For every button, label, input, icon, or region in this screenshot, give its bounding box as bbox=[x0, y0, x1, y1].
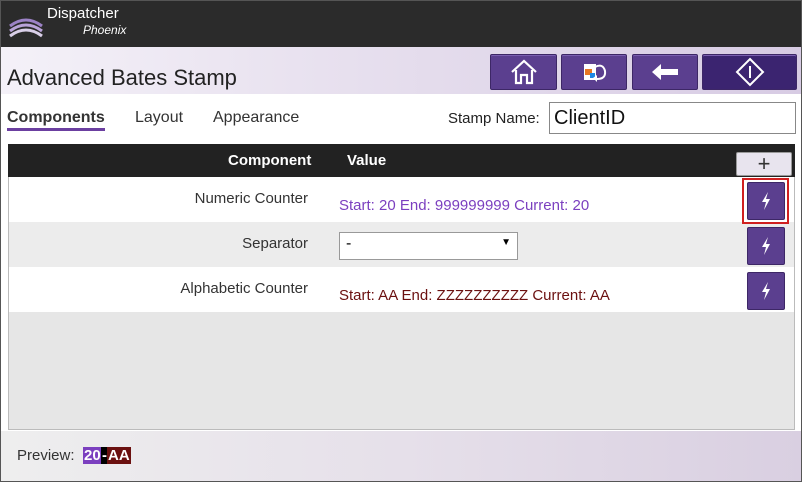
stamp-name-input[interactable] bbox=[549, 102, 796, 134]
tab-layout[interactable]: Layout bbox=[135, 109, 183, 127]
table-header bbox=[8, 144, 795, 177]
lightning-icon bbox=[762, 237, 770, 255]
component-value: Start: AA End: ZZZZZZZZZZ Current: AA bbox=[339, 287, 610, 304]
component-name: Separator bbox=[242, 235, 308, 252]
separator-select[interactable]: - ▼ bbox=[339, 232, 518, 260]
preview-label: Preview: bbox=[17, 447, 75, 464]
dispatcher-logo-icon bbox=[9, 18, 43, 38]
stamp-name-label: Stamp Name: bbox=[448, 110, 540, 127]
component-name: Alphabetic Counter bbox=[180, 280, 308, 297]
preview-alphabetic-part: AA bbox=[107, 447, 131, 464]
brand-name: Dispatcher bbox=[47, 5, 119, 22]
back-button[interactable] bbox=[632, 54, 698, 90]
brand-bar: Dispatcher Phoenix bbox=[1, 1, 801, 47]
home-button[interactable] bbox=[490, 54, 557, 90]
app-window: Dispatcher Phoenix Advanced Bates Stamp … bbox=[0, 0, 802, 482]
start-button[interactable] bbox=[702, 54, 797, 90]
home-icon bbox=[510, 59, 537, 85]
tab-appearance[interactable]: Appearance bbox=[213, 109, 299, 127]
dropdown-arrow-icon: ▼ bbox=[501, 237, 511, 248]
edit-alphabetic-counter-button[interactable] bbox=[747, 272, 785, 310]
active-tab-indicator bbox=[7, 128, 105, 131]
lightning-icon bbox=[762, 282, 770, 300]
component-name: Numeric Counter bbox=[194, 190, 308, 207]
highlight-box bbox=[742, 178, 789, 224]
start-diamond-icon bbox=[735, 57, 764, 87]
preview-numeric-part: 20 bbox=[83, 447, 102, 464]
tab-components[interactable]: Components bbox=[7, 109, 105, 127]
page-title: Advanced Bates Stamp bbox=[7, 65, 237, 90]
brand-subtitle: Phoenix bbox=[83, 23, 127, 37]
column-header-value: Value bbox=[347, 152, 387, 169]
back-arrow-icon bbox=[652, 64, 678, 80]
plus-icon: + bbox=[757, 151, 771, 176]
column-header-component: Component bbox=[228, 152, 312, 169]
job-log-icon bbox=[584, 64, 607, 82]
job-log-button[interactable] bbox=[561, 54, 627, 90]
add-component-button[interactable]: + bbox=[736, 152, 792, 176]
separator-value: - bbox=[346, 235, 352, 252]
edit-separator-button[interactable] bbox=[747, 227, 785, 265]
component-value: Start: 20 End: 999999999 Current: 20 bbox=[339, 197, 590, 214]
